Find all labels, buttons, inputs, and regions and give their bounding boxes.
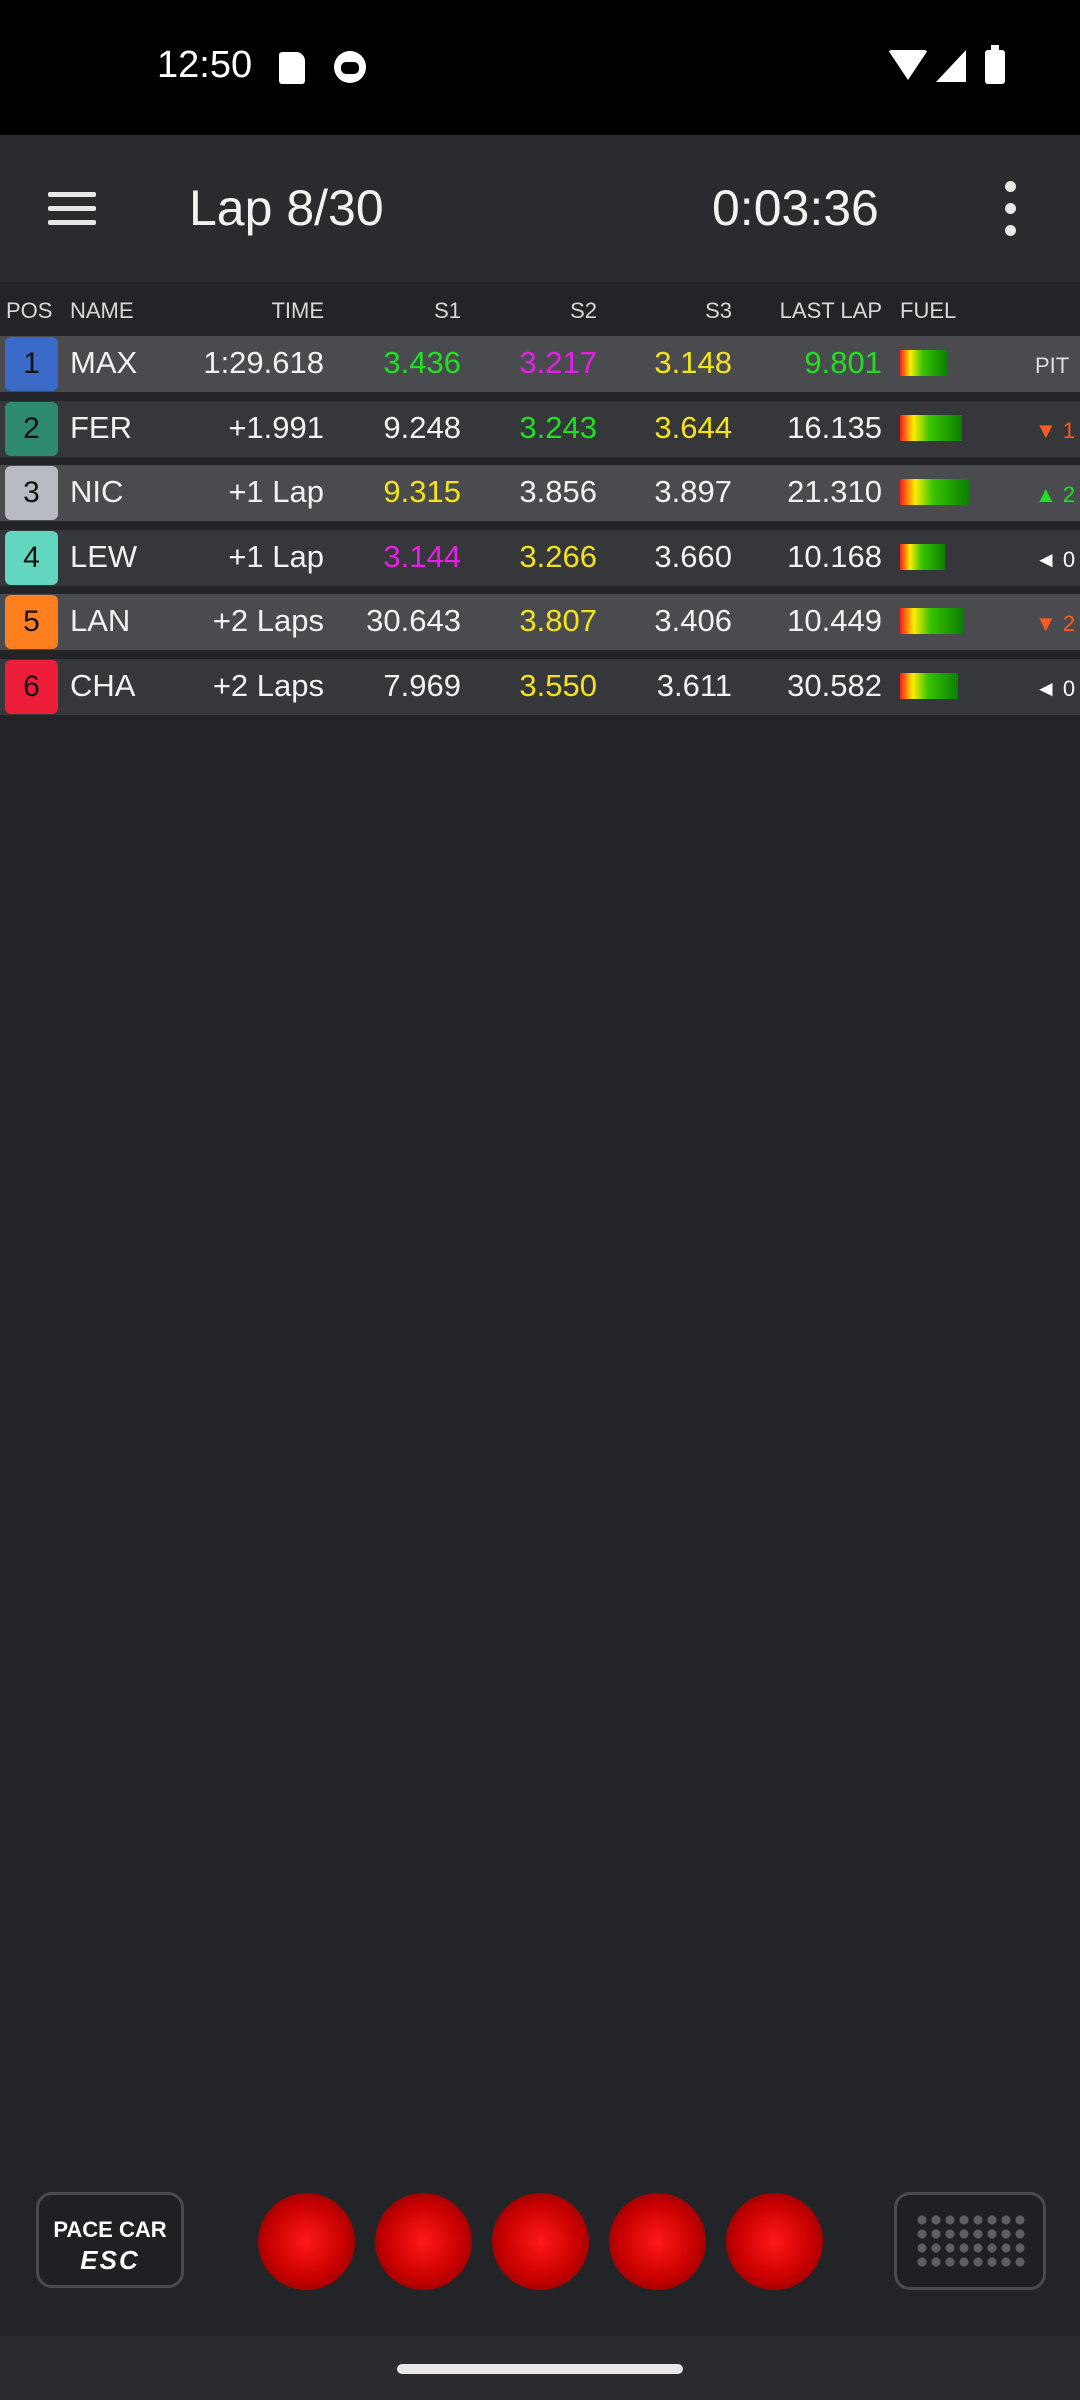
fuel-bar [900,673,958,699]
fuel-bar [900,544,945,570]
menu-icon[interactable] [48,192,96,226]
fuel-bar [900,350,947,376]
sector-1-time: 3.144 [383,539,461,574]
header-s1: S1 [434,298,461,323]
position-badge: 2 [5,402,58,456]
table-row[interactable]: 1 MAX 1:29.618 3.436 3.217 3.148 9.801 P… [0,336,1080,392]
gap-time: +1.991 [228,410,324,445]
sector-3-time: 3.897 [654,474,732,509]
gap-time: +2 Laps [212,603,324,638]
position-change: ▼ 2 [1035,611,1076,636]
sector-3-time: 3.644 [654,410,732,445]
position-change: ◄ 0 [1035,547,1076,572]
fuel-bar [900,415,962,441]
sector-1-time: 7.969 [383,668,461,703]
header-time: TIME [271,298,324,323]
sector-3-time: 3.611 [656,668,732,703]
table-row[interactable]: 5 LAN +2 Laps 30.643 3.807 3.406 10.449 … [0,594,1080,650]
start-light-5 [726,2193,823,2290]
sector-2-time: 3.217 [519,345,597,380]
battery-icon [985,45,1005,84]
header-fuel: FUEL [900,298,957,323]
position-change: ▼ 1 [1035,418,1076,443]
driver-name: FER [70,410,132,445]
header-s3: S3 [705,298,732,323]
driver-name: MAX [70,345,138,380]
keypad-button[interactable] [894,2192,1046,2290]
driver-name: CHA [70,668,136,703]
app-bar: Lap 8/30 0:03:36 [0,135,1080,282]
sector-2-time: 3.243 [519,410,597,445]
position-badge: 4 [5,531,58,585]
table-row[interactable]: 6 CHA +2 Laps 7.969 3.550 3.611 30.582 ◄… [0,659,1080,715]
header-pos: POS [6,298,53,323]
pace-car-label: PACE CAR [53,2217,167,2242]
last-lap-time: 30.582 [787,668,882,703]
gap-time: +1 Lap [228,539,324,574]
sector-1-time: 3.436 [383,345,461,380]
sector-1-time: 9.248 [383,410,461,445]
race-timer: 0:03:36 [712,180,879,236]
driver-name: LAN [70,603,131,638]
lap-counter: Lap 8/30 [189,180,384,236]
sector-3-time: 3.148 [654,345,732,380]
wifi-icon [888,50,928,80]
start-light-1 [258,2193,355,2290]
last-lap-time: 16.135 [787,410,882,445]
sector-2-time: 3.266 [519,539,597,574]
more-options-icon[interactable] [990,181,1030,237]
position-change: PIT [1035,353,1070,378]
last-lap-time: 21.310 [787,474,882,509]
pace-car-esc-label: ESC [80,2245,140,2275]
sector-3-time: 3.406 [654,603,732,638]
last-lap-time: 9.801 [804,345,882,380]
sector-2-time: 3.807 [519,603,597,638]
status-time: 12:50 [157,44,253,86]
position-change: ◄ 0 [1035,676,1076,701]
gap-time: +2 Laps [212,668,324,703]
position-badge: 1 [5,337,58,391]
position-change: ▲ 2 [1035,482,1076,507]
table-row[interactable]: 4 LEW +1 Lap 3.144 3.266 3.660 10.168 ◄ … [0,530,1080,586]
gap-time: +1 Lap [228,474,324,509]
navigation-bar [0,2336,1080,2400]
pace-car-button[interactable]: PACE CAR ESC [36,2192,184,2288]
position-badge: 5 [5,595,58,649]
driver-name: NIC [70,474,124,509]
status-bar: 12:50 [0,0,1080,135]
sd-card-icon [279,52,305,84]
header-s2: S2 [570,298,597,323]
header-last-lap: LAST LAP [779,298,882,323]
header-name: NAME [70,298,134,323]
start-light-4 [609,2193,706,2290]
gap-time: 1:29.618 [203,345,324,380]
start-light-3 [492,2193,589,2290]
table-row[interactable]: 2 FER +1.991 9.248 3.243 3.644 16.135 ▼ … [0,401,1080,457]
driver-name: LEW [70,539,138,574]
sector-3-time: 3.660 [654,539,732,574]
timing-table-header: POS NAME TIME S1 S2 S3 LAST LAP FUEL [0,282,1080,336]
position-badge: 3 [5,466,58,520]
last-lap-time: 10.168 [787,539,882,574]
start-light-2 [375,2193,472,2290]
last-lap-time: 10.449 [787,603,882,638]
sector-2-time: 3.550 [519,668,597,703]
position-badge: 6 [5,660,58,714]
cell-signal-icon [936,50,966,82]
cat-face-icon [334,51,366,83]
home-indicator[interactable] [397,2364,683,2374]
sector-1-time: 30.643 [366,603,461,638]
keypad-grid-icon [915,2213,1027,2271]
sector-2-time: 3.856 [519,474,597,509]
sector-1-time: 9.315 [383,474,461,509]
fuel-bar [900,479,969,505]
fuel-bar [900,608,963,634]
table-row[interactable]: 3 NIC +1 Lap 9.315 3.856 3.897 21.310 ▲ … [0,465,1080,521]
